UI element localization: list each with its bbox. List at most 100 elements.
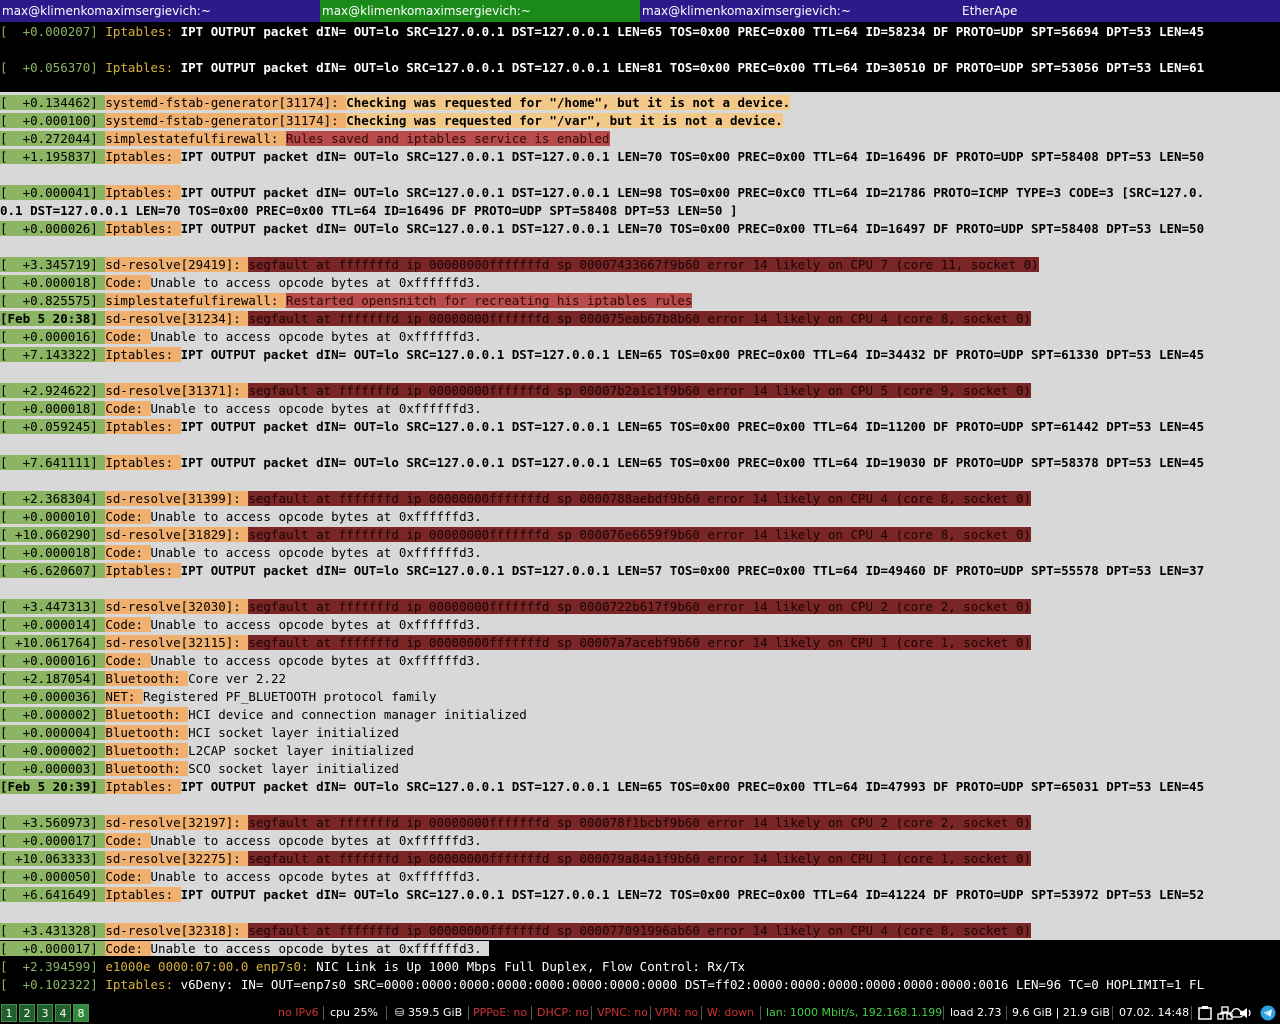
log-message: Unable to access opcode bytes at 0xfffff… xyxy=(150,329,482,344)
log-timestamp: [ +7.143322] xyxy=(0,347,106,362)
separator xyxy=(701,1006,702,1020)
terminal-output[interactable]: [ +0.000207] Iptables: IPT OUTPUT packet… xyxy=(0,22,1280,1022)
log-message: L2CAP socket layer initialized xyxy=(188,743,414,758)
log-facility: Code: xyxy=(105,401,151,416)
log-line: [Feb 5 20:39] Iptables: IPT OUTPUT packe… xyxy=(0,778,1280,796)
log-facility: Iptables: xyxy=(105,24,181,39)
tab-terminal-1[interactable]: max@klimenkomaximsergievich:~ xyxy=(0,0,320,22)
log-line: [ +0.000003] Bluetooth: SCO socket layer… xyxy=(0,760,1280,778)
separator xyxy=(323,1006,324,1020)
log-timestamp: [ +2.394599] xyxy=(0,959,106,974)
log-message: NIC Link is Up 1000 Mbps Full Duplex, Fl… xyxy=(316,959,746,974)
log-facility: sd-resolve[31234]: xyxy=(105,311,249,326)
log-message: segfault at fffffffd ip 00000000fffffffd… xyxy=(248,923,1032,938)
log-timestamp: [ +6.641649] xyxy=(0,887,106,902)
log-timestamp: [ +3.560973] xyxy=(0,815,106,830)
log-message: segfault at fffffffd ip 00000000fffffffd… xyxy=(248,635,1032,650)
log-message: Unable to access opcode bytes at 0xfffff… xyxy=(150,869,482,884)
log-facility: simplestatefulfirewall: xyxy=(105,131,286,146)
workspace-button[interactable]: 2 xyxy=(19,1004,35,1022)
log-line: [ +0.000016] Code: Unable to access opco… xyxy=(0,328,1280,346)
log-line: [ +0.000036] NET: Registered PF_BLUETOOT… xyxy=(0,688,1280,706)
log-line: [ +0.000017] Code: Unable to access opco… xyxy=(0,940,490,958)
dhcp-status: DHCP: no xyxy=(537,1006,589,1019)
log-facility: Code: xyxy=(105,941,151,956)
log-message: segfault at fffffffd ip 00000000fffffffd… xyxy=(248,815,1032,830)
workspace-button-active[interactable]: 8 xyxy=(73,1004,89,1022)
log-timestamp: [ +0.000041] xyxy=(0,185,106,200)
log-line: [ +0.000026] Iptables: IPT OUTPUT packet… xyxy=(0,220,1280,238)
workspace-button[interactable]: 4 xyxy=(55,1004,71,1022)
log-line: [ +6.641649] Iptables: IPT OUTPUT packet… xyxy=(0,886,1280,904)
log-message: v6Deny: IN= OUT=enp7s0 SRC=0000:0000:000… xyxy=(180,977,1205,992)
log-message: segfault at fffffffd ip 00000000fffffffd… xyxy=(248,491,1032,506)
log-timestamp: [ +0.056370] xyxy=(0,60,106,75)
cpu-status: cpu 25% xyxy=(330,1006,378,1019)
log-message: IPT OUTPUT packet dIN= OUT=lo SRC=127.0.… xyxy=(180,149,1205,164)
log-timestamp: [ +0.000026] xyxy=(0,221,106,236)
separator xyxy=(591,1006,592,1020)
log-facility: sd-resolve[32030]: xyxy=(105,599,249,614)
log-line: [Feb 5 20:38] sd-resolve[31234]: segfaul… xyxy=(0,310,1280,328)
log-message: HCI device and connection manager initia… xyxy=(188,707,527,722)
log-message: Core ver 2.22 xyxy=(188,671,286,686)
workspace-button[interactable]: 1 xyxy=(1,1004,17,1022)
log-line: [ +10.060290] sd-resolve[31829]: segfaul… xyxy=(0,526,1280,544)
log-facility: systemd-fstab-generator[31174]: xyxy=(105,113,347,128)
volume-icon[interactable] xyxy=(1238,1005,1254,1021)
log-timestamp: [ +0.000002] xyxy=(0,743,106,758)
log-facility: Iptables: xyxy=(105,149,181,164)
log-message: segfault at fffffffd ip 00000000fffffffd… xyxy=(248,851,1032,866)
separator xyxy=(1112,1006,1113,1020)
log-line: [ +0.000100] systemd-fstab-generator[311… xyxy=(0,112,1280,130)
clipboard-icon[interactable] xyxy=(1197,1005,1213,1021)
log-facility: Iptables: xyxy=(105,455,181,470)
log-line: [ +0.102322] Iptables: v6Deny: IN= OUT=e… xyxy=(0,976,1280,994)
log-facility: Code: xyxy=(105,833,151,848)
wifi-status: W: down xyxy=(707,1006,755,1019)
log-timestamp: [ +0.134462] xyxy=(0,95,106,110)
log-line: [ +0.000002] Bluetooth: L2CAP socket lay… xyxy=(0,742,1280,760)
log-message: Unable to access opcode bytes at 0xfffff… xyxy=(150,833,482,848)
telegram-icon[interactable] xyxy=(1260,1005,1276,1021)
tab-terminal-3[interactable]: max@klimenkomaximsergievich:~ xyxy=(640,0,960,22)
lan-status: lan: 1000 Mbit/s, 192.168.1.199 xyxy=(766,1006,943,1019)
log-facility: Iptables: xyxy=(105,60,181,75)
workspace-button[interactable]: 3 xyxy=(37,1004,53,1022)
log-message: IPT OUTPUT packet dIN= OUT=lo SRC=127.0.… xyxy=(180,455,1205,470)
log-facility: Iptables: xyxy=(105,887,181,902)
log-message: IPT OUTPUT packet dIN= OUT=lo SRC=127.0.… xyxy=(180,347,1205,362)
log-line: [ +0.000016] Code: Unable to access opco… xyxy=(0,652,1280,670)
log-line: [ +0.056370] Iptables: IPT OUTPUT packet… xyxy=(0,59,1280,77)
log-line-continuation: 0.1 DST=127.0.0.1 LEN=70 TOS=0x00 PREC=0… xyxy=(0,202,1280,220)
log-facility: Code: xyxy=(105,869,151,884)
log-facility: Code: xyxy=(105,329,151,344)
log-line: [ +0.000018] Code: Unable to access opco… xyxy=(0,400,1280,418)
log-facility: Code: xyxy=(105,509,151,524)
log-timestamp: [ +2.187054] xyxy=(0,671,106,686)
log-timestamp: [ +0.000003] xyxy=(0,761,106,776)
log-timestamp: [ +0.000036] xyxy=(0,689,106,704)
log-timestamp: [ +6.620607] xyxy=(0,563,106,578)
log-line: [ +10.063333] sd-resolve[32275]: segfaul… xyxy=(0,850,1280,868)
log-timestamp: [ +0.000018] xyxy=(0,545,106,560)
log-message: Checking was requested for "/home", but … xyxy=(346,95,791,110)
log-message: IPT OUTPUT packet dIN= OUT=lo SRC=127.0.… xyxy=(180,185,1205,200)
log-facility: Iptables: xyxy=(105,563,181,578)
log-message: Rules saved and iptables service is enab… xyxy=(285,131,610,146)
status-bar: 1 2 3 4 8 no IPv6 cpu 25% ⛁ 359.5 GiB PP… xyxy=(0,1002,1280,1024)
log-facility: sd-resolve[31399]: xyxy=(105,491,249,506)
tab-terminal-2[interactable]: max@klimenkomaximsergievich:~ xyxy=(320,0,640,22)
log-timestamp: [ +0.000018] xyxy=(0,275,106,290)
log-message: Unable to access opcode bytes at 0xfffff… xyxy=(150,275,482,290)
log-message: HCI socket layer initialized xyxy=(188,725,399,740)
log-timestamp: [ +10.061764] xyxy=(0,635,106,650)
tab-etherape[interactable]: EtherApe xyxy=(960,0,1280,22)
log-facility: Iptables: xyxy=(105,779,181,794)
log-line: [ +2.394599] e1000e 0000:07:00.0 enp7s0:… xyxy=(0,958,1280,976)
log-line: [ +0.000002] Bluetooth: HCI device and c… xyxy=(0,706,1280,724)
log-timestamp: [ +2.368304] xyxy=(0,491,106,506)
log-timestamp: [ +0.000002] xyxy=(0,707,106,722)
log-timestamp: [ +0.272044] xyxy=(0,131,106,146)
log-message: Unable to access opcode bytes at 0xfffff… xyxy=(150,545,482,560)
